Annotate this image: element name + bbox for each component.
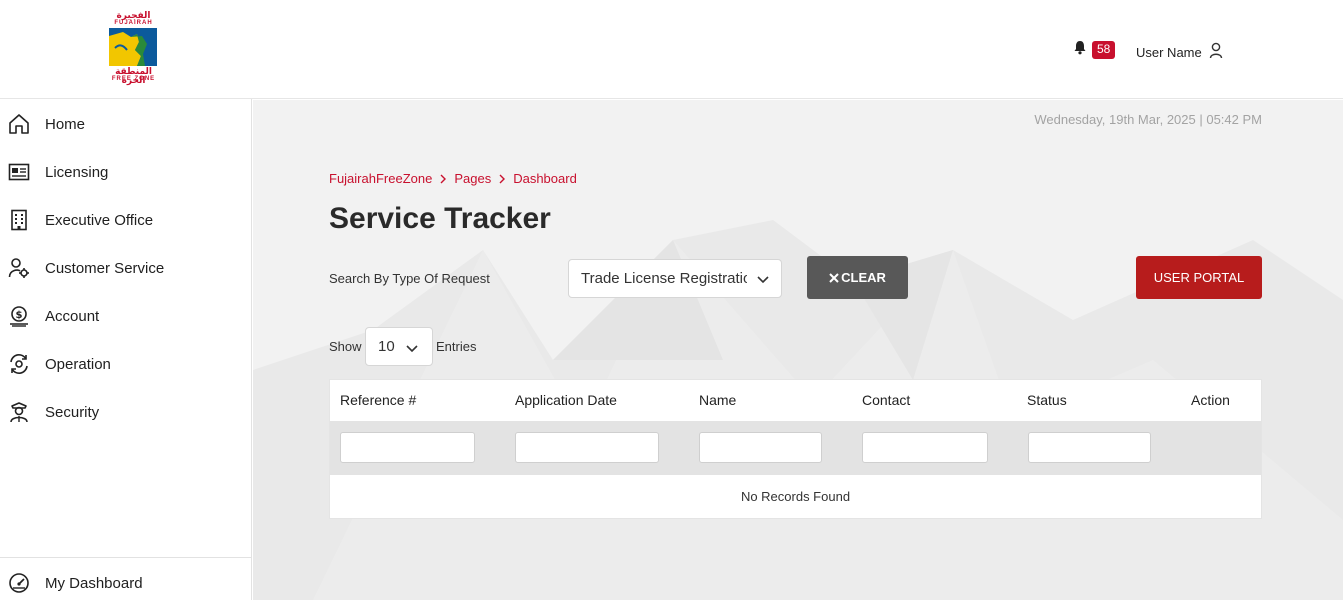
sidebar: Home Licensing Executive Office Customer…: [0, 99, 252, 600]
id-card-icon: [8, 161, 30, 183]
no-records-message: No Records Found: [740, 489, 851, 504]
page-title: Service Tracker: [329, 202, 551, 235]
chevron-right-icon: [440, 174, 447, 184]
breadcrumb: FujairahFreeZone Pages Dashboard: [329, 171, 577, 186]
close-icon: [829, 272, 839, 283]
clear-button-label: CLEAR: [841, 270, 886, 285]
column-header-application-date[interactable]: Application Date: [515, 392, 617, 408]
chevron-down-icon: [406, 341, 418, 358]
logo-emblem: [109, 28, 157, 66]
breadcrumb-link-fujairahfreezone[interactable]: FujairahFreeZone: [329, 171, 432, 186]
main-content: Wednesday, 19th Mar, 2025 | 05:42 PM Fuj…: [253, 100, 1343, 600]
status-filter-input[interactable]: [1028, 432, 1151, 463]
page-size-value: 10: [378, 338, 395, 355]
page-size-select[interactable]: 10: [365, 327, 433, 366]
current-datetime: Wednesday, 19th Mar, 2025 | 05:42 PM: [1034, 112, 1262, 127]
sidebar-item-label: Security: [45, 403, 100, 421]
user-menu[interactable]: User Name: [1136, 42, 1223, 62]
bell-icon: [1073, 40, 1087, 60]
chevron-right-icon: [499, 174, 506, 184]
table-filter-row: [330, 421, 1261, 475]
request-type-value: Trade License Registration: [581, 270, 747, 287]
sidebar-item-customer-service[interactable]: Customer Service: [0, 248, 251, 288]
logo-arabic-title: الفجيرة: [116, 10, 151, 20]
sidebar-item-licensing[interactable]: Licensing: [0, 152, 251, 192]
notifications-button[interactable]: 58: [1073, 40, 1116, 60]
user-icon: [1202, 42, 1223, 62]
sidebar-item-account[interactable]: $ Account: [0, 296, 251, 336]
fujairah-free-zone-logo[interactable]: الفجيرة FUJAIRAH المنطقة الحرة FREE ZONE: [109, 11, 158, 89]
money-icon: $: [8, 305, 30, 327]
sidebar-item-label: Account: [45, 307, 100, 325]
column-header-name[interactable]: Name: [699, 392, 736, 408]
dashboard-icon: [8, 572, 30, 594]
sidebar-item-label: Customer Service: [45, 259, 165, 277]
cycle-gear-icon: [8, 353, 30, 375]
logo-arabic-subtitle: المنطقة الحرة: [115, 66, 152, 85]
clear-button[interactable]: CLEAR: [807, 256, 908, 299]
notification-count-badge: 58: [1092, 41, 1116, 59]
column-header-status[interactable]: Status: [1027, 392, 1067, 408]
sidebar-item-operation[interactable]: Operation: [0, 344, 251, 384]
entries-label: Entries: [436, 339, 477, 354]
logo-subtitle: FREE ZONE: [111, 76, 156, 82]
svg-text:$: $: [16, 310, 23, 321]
request-type-label: Search By Type Of Request: [329, 271, 490, 286]
building-icon: [8, 209, 30, 231]
service-tracker-table: Reference # Application Date Name Contac…: [329, 379, 1262, 519]
sidebar-item-label: Executive Office: [45, 211, 154, 229]
user-portal-button[interactable]: USER PORTAL: [1136, 256, 1262, 299]
column-header-action: Action: [1191, 392, 1230, 408]
breadcrumb-current-dashboard[interactable]: Dashboard: [513, 171, 577, 186]
sidebar-item-label: My Dashboard: [45, 574, 143, 592]
sidebar-item-home[interactable]: Home: [0, 104, 251, 144]
sidebar-item-label: Home: [45, 115, 86, 133]
user-gear-icon: [8, 257, 30, 279]
sidebar-divider: [0, 557, 251, 558]
sidebar-item-label: Licensing: [45, 163, 109, 181]
reference-filter-input[interactable]: [340, 432, 475, 463]
sidebar-item-my-dashboard[interactable]: My Dashboard: [0, 563, 251, 603]
show-label: Show: [329, 339, 362, 354]
guard-icon: [8, 401, 30, 423]
user-name: User Name: [1136, 44, 1202, 60]
contact-filter-input[interactable]: [862, 432, 988, 463]
sidebar-item-label: Operation: [45, 355, 111, 373]
breadcrumb-link-pages[interactable]: Pages: [454, 171, 491, 186]
column-header-reference[interactable]: Reference #: [340, 392, 416, 408]
chevron-down-icon: [757, 272, 769, 289]
sidebar-item-security[interactable]: Security: [0, 392, 251, 432]
column-header-contact[interactable]: Contact: [862, 392, 910, 408]
name-filter-input[interactable]: [699, 432, 822, 463]
user-portal-button-label: USER PORTAL: [1153, 270, 1245, 285]
logo-name: FUJAIRAH: [114, 20, 153, 26]
sidebar-item-executive-office[interactable]: Executive Office: [0, 200, 251, 240]
home-icon: [8, 113, 30, 135]
top-header: الفجيرة FUJAIRAH المنطقة الحرة FREE ZONE…: [0, 0, 1343, 99]
application-date-filter-input[interactable]: [515, 432, 659, 463]
request-type-select[interactable]: Trade License Registration: [568, 259, 782, 298]
